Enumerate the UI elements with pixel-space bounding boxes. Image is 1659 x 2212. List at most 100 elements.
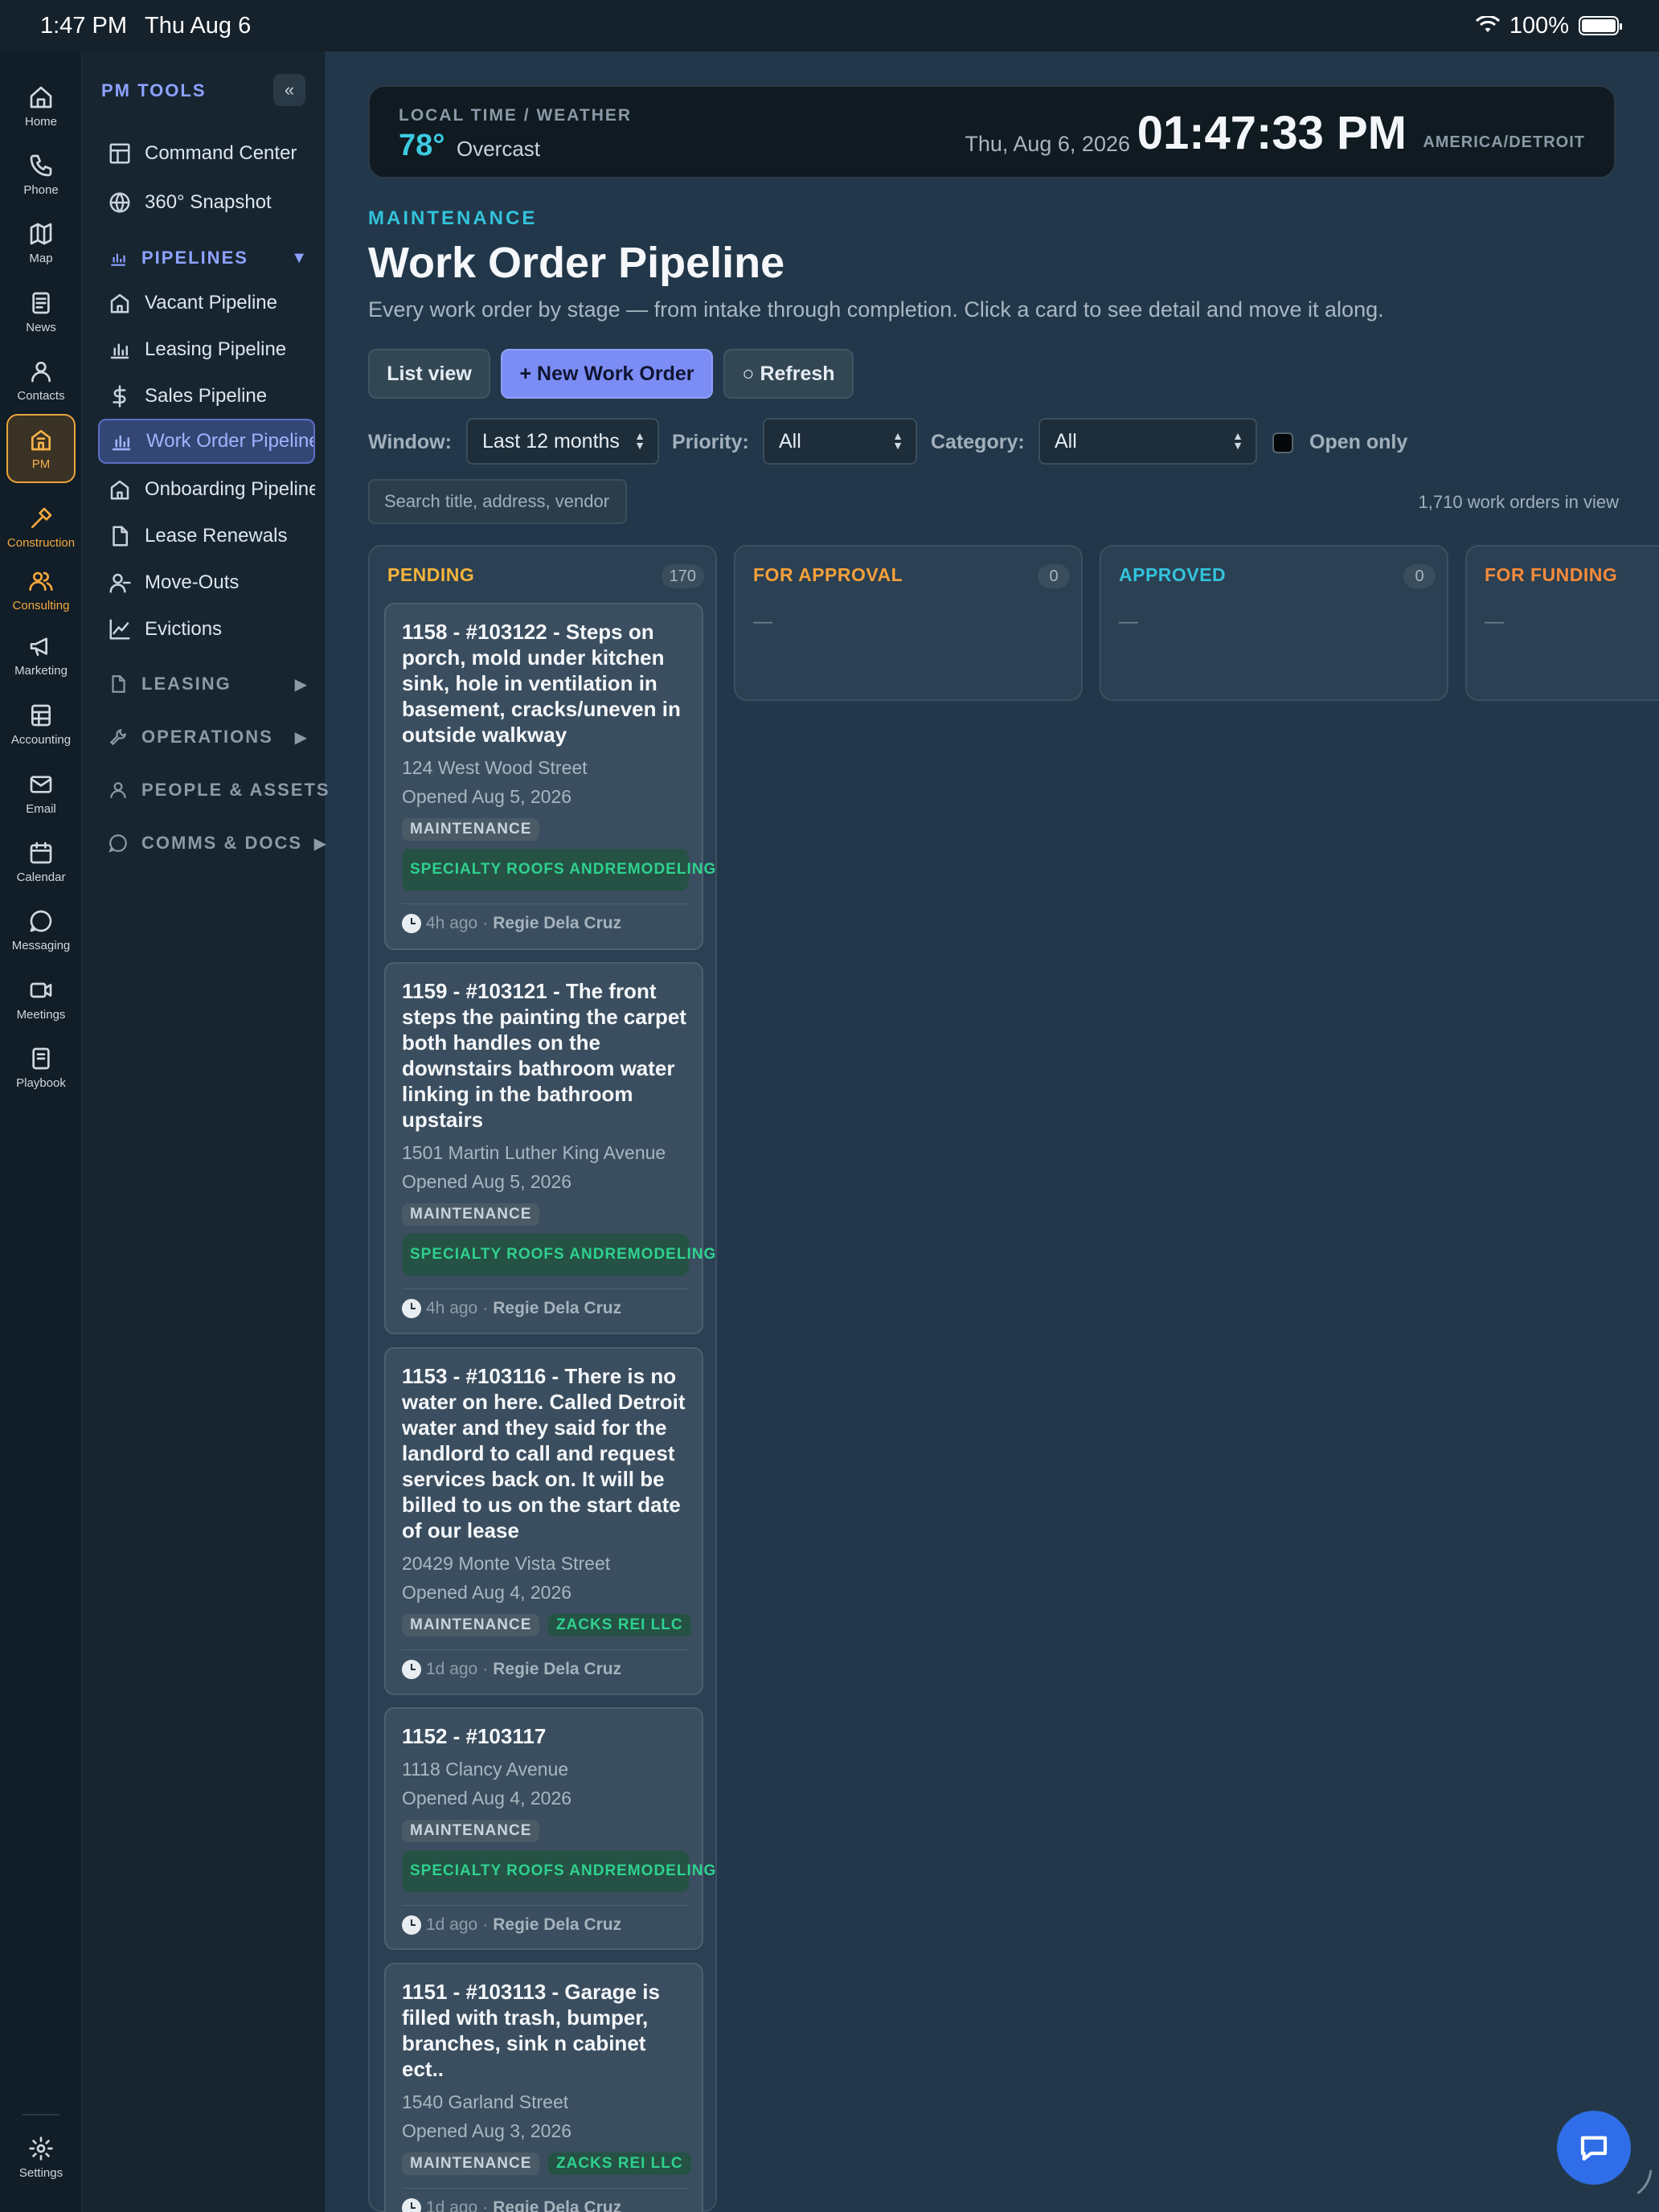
status-time: 1:47 PM [40,12,127,39]
rail-label: Consulting [12,598,70,612]
list-view-button[interactable]: List view [368,349,490,399]
column-for-approval: FOR APPROVAL 0 — [734,545,1083,701]
rail-playbook[interactable]: Playbook [0,1035,82,1100]
nav-sales-pipeline[interactable]: Sales Pipeline [98,374,315,419]
search-input[interactable]: Search title, address, vendor [368,479,627,524]
card-divider [402,1649,689,1650]
card-user: Regie Dela Cruz [493,1299,622,1317]
card-address: 20429 Monte Vista Street [402,1553,611,1574]
rail-divider [23,2114,59,2116]
weather-label: LOCAL TIME / WEATHER [399,106,633,125]
nav-onboarding-pipeline[interactable]: Onboarding Pipeline [98,467,315,512]
priority-label: Priority: [672,431,749,453]
vendor-tag: SPECIALTY ROOFS AND REMODELING [402,849,715,891]
work-order-card[interactable]: 1153 - #103116 - There is no water on he… [384,1347,703,1695]
rail-label: PM [31,457,51,471]
rail-meetings[interactable]: Meetings [0,967,82,1031]
column-empty: — [1485,611,1504,633]
priority-select[interactable]: All ▲ ▼ [763,418,917,465]
nav-360-snapshot[interactable]: 360° Snapshot [98,180,315,225]
card-opened: Opened Aug 5, 2026 [402,1171,572,1192]
rail-contacts[interactable]: Contacts [0,348,82,412]
collapse-panel-button[interactable]: « [273,74,305,106]
page-subtitle: Every work order by stage — from intake … [368,297,1384,322]
nav-lease-renewals[interactable]: Lease Renewals [98,514,315,559]
section-leasing[interactable]: LEASING ▶ [98,663,323,705]
caret-right-icon: ▶ [313,834,326,853]
section-label: OPERATIONS [141,727,273,747]
nav-leasing-pipeline[interactable]: Leasing Pipeline [98,327,315,372]
meta-separator: · [482,1660,489,1678]
vendor-tag-line: SPECIALTY ROOFS AND [410,1862,605,1879]
card-age: 1d ago [426,2198,478,2212]
card-meta: 1d ago · Regie Dela Cruz [402,2198,621,2212]
updown-chevron-icon: ▲ ▼ [1232,429,1243,452]
card-title: 1152 - #103117 [402,1724,547,1748]
card-user: Regie Dela Cruz [493,1915,622,1934]
work-order-card[interactable]: 1151 - #103113 - Garage is filled with t… [384,1963,703,2212]
new-work-order-button[interactable]: + New Work Order [501,349,713,399]
open-only-checkbox[interactable] [1272,432,1293,453]
rail-pm[interactable]: PM [6,414,76,483]
caret-right-icon: ▶ [294,675,307,694]
card-title: 1159 - #103121 - The front steps the pai… [402,979,686,1132]
card-age: 1d ago [426,1660,478,1678]
rail-email[interactable]: Email [0,761,82,825]
clock-icon [402,914,421,933]
rail-calendar[interactable]: Calendar [0,830,82,894]
rail-consulting[interactable]: Consulting [0,558,82,622]
weather-date: Thu, Aug 6, 2026 [965,132,1130,156]
refresh-button[interactable]: ○ Refresh [723,349,854,399]
pm-tools-panel: PM TOOLS « Command Center 360° Snapshot … [82,51,329,2212]
rail-label: Settings [18,2165,63,2180]
calendar-icon [30,842,52,863]
resize-handle[interactable] [1611,2164,1653,2206]
page-eyebrow: MAINTENANCE [368,207,538,229]
mail-icon [30,775,52,793]
card-title: 1151 - #103113 - Garage is filled with t… [402,1980,660,2081]
rail-accounting[interactable]: Accounting [0,692,82,756]
document-icon [113,526,128,547]
section-people-assets[interactable]: PEOPLE & ASSETS [98,769,329,811]
column-empty: — [1119,611,1138,633]
nav-work-order-pipeline[interactable]: Work Order Pipeline [98,419,315,464]
weather-clock: 01:47:33 PM [1137,107,1407,159]
nav-label: Leasing Pipeline [145,338,287,360]
rail-home[interactable]: Home [0,74,82,138]
card-address: 124 West Wood Street [402,757,588,778]
building-icon [31,429,51,450]
app-rail: Home Phone Map News Contacts PM Construc… [0,51,82,2212]
rail-label: Accounting [10,732,72,747]
window-select[interactable]: Last 12 months ▲ ▼ [466,418,659,465]
vendor-tag-line: REMODELING [604,861,717,878]
section-comms-docs[interactable]: COMMS & DOCS ▶ [98,822,326,864]
card-divider [402,903,689,904]
card-divider [402,1288,689,1289]
updown-chevron-icon: ▲ ▼ [634,429,645,452]
status-bar: 1:47 PM Thu Aug 6 100% [0,0,1659,51]
clock-icon [402,1299,421,1318]
work-order-card[interactable]: 1152 - #103117 1118 Clancy Avenue Opened… [384,1707,715,1950]
rail-marketing[interactable]: Marketing [0,623,82,687]
section-pipelines[interactable]: PIPELINES ▼ [98,237,323,279]
rail-settings[interactable]: Settings [0,2125,82,2189]
card-opened: Opened Aug 3, 2026 [402,2120,572,2141]
vendor-tag-line: SPECIALTY ROOFS AND [410,861,605,878]
work-order-card[interactable]: 1159 - #103121 - The front steps the pai… [384,962,715,1334]
rail-map[interactable]: Map [0,211,82,275]
people-icon [29,571,53,591]
rail-messaging[interactable]: Messaging [0,898,82,962]
nav-evictions[interactable]: Evictions [98,607,315,652]
nav-vacant-pipeline[interactable]: Vacant Pipeline [98,281,315,326]
category-select[interactable]: All ▲ ▼ [1038,418,1257,465]
rail-phone[interactable]: Phone [0,142,82,207]
nav-move-outs[interactable]: Move-Outs [98,560,315,605]
rail-construction[interactable]: Construction [0,495,82,559]
megaphone-icon [30,637,47,656]
open-only-label[interactable]: Open only [1309,431,1407,454]
nav-command-center[interactable]: Command Center [98,131,315,176]
rail-label: Phone [23,182,59,197]
rail-news[interactable]: News [0,280,82,344]
work-order-card[interactable]: 1158 - #103122 - Steps on porch, mold un… [384,603,715,950]
section-operations[interactable]: OPERATIONS ▶ [98,716,323,758]
